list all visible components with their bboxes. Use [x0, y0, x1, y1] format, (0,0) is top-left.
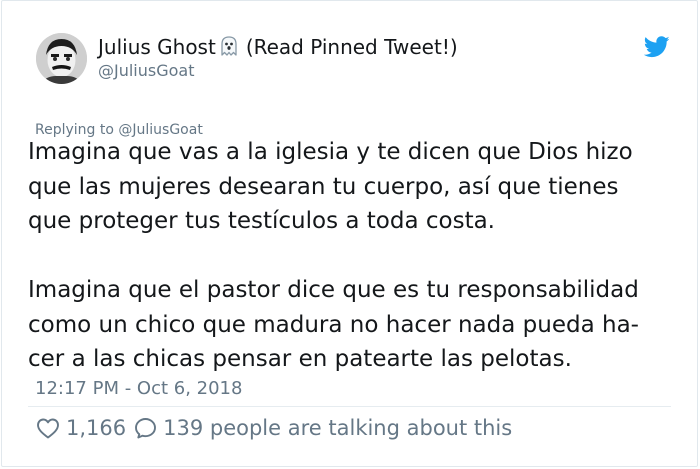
tweet-paragraph: Imagina que el pastor dice que es tu res… [28, 277, 639, 372]
tweet-paragraph: Imagina que vas a la iglesia y te dicen … [28, 139, 633, 234]
avatar-man-photo [36, 33, 87, 84]
likes-count[interactable]: 1,166 [66, 416, 126, 440]
author-display-name[interactable]: Julius Ghost [98, 35, 216, 59]
author-handle[interactable]: @JuliusGoat [98, 61, 195, 81]
divider [28, 406, 671, 407]
ghost-icon [221, 36, 237, 56]
twitter-bird-icon[interactable] [644, 36, 670, 58]
author-name-suffix: (Read Pinned Tweet!) [245, 35, 458, 59]
author-name-line[interactable]: Julius Ghost (Read Pinned Tweet!) [98, 34, 458, 60]
talking-about-count[interactable]: 139 people are talking about this [163, 416, 512, 440]
avatar[interactable] [36, 33, 87, 84]
speech-bubble-icon[interactable] [134, 417, 157, 439]
tweet-actions: 1,166 139 people are talking about this [36, 414, 512, 442]
tweet-timestamp[interactable]: 12:17 PM - Oct 6, 2018 [35, 378, 242, 400]
tweet-card: Julius Ghost (Read Pinned Tweet!) @Juliu… [1, 0, 698, 467]
tweet-text: Imagina que vas a la iglesia y te dicen … [28, 135, 688, 377]
heart-icon[interactable] [36, 417, 60, 439]
